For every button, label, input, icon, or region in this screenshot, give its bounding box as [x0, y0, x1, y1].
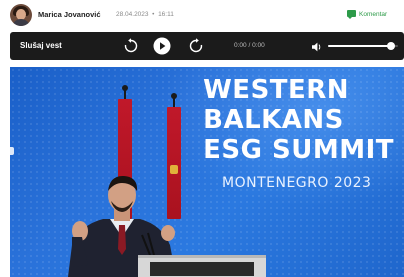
- flag-emblem: [170, 165, 178, 174]
- publish-date: 28.04.2023 • 16:11: [116, 11, 174, 18]
- volume-slider-fill: [328, 45, 391, 47]
- lectern: [138, 255, 266, 277]
- playback-time: 0:00 / 0:00: [234, 42, 265, 49]
- comments-label: Komentar: [359, 11, 388, 18]
- banner-line-2: BALKANS: [203, 105, 344, 135]
- volume-slider[interactable]: [328, 42, 398, 50]
- banner-line-1: WESTERN: [203, 75, 350, 105]
- publish-time-value: 16:11: [158, 11, 174, 18]
- author-avatar[interactable]: [10, 4, 32, 26]
- article-view: Marica Jovanović 28.04.2023 • 16:11 Kome…: [0, 0, 404, 277]
- summit-banner-subtitle: MONTENEGRO 2023: [222, 175, 372, 191]
- volume-button[interactable]: [311, 40, 323, 52]
- volume-slider-handle[interactable]: [387, 42, 395, 50]
- date-separator: •: [150, 11, 157, 18]
- summit-banner-title: WESTERN BALKANS ESG SUMMIT: [203, 75, 394, 165]
- play-icon: [153, 37, 171, 55]
- audio-player: Slušaj vest 0:00 / 0:00: [10, 32, 404, 60]
- publish-date-value: 28.04.2023: [116, 11, 149, 18]
- forward-icon: [189, 38, 203, 53]
- play-button[interactable]: [153, 37, 171, 55]
- rewind-button[interactable]: [122, 37, 140, 55]
- comment-icon: [347, 10, 356, 19]
- author-name[interactable]: Marica Jovanović: [38, 10, 101, 19]
- player-title: Slušaj vest: [20, 41, 62, 50]
- article-photo[interactable]: WESTERN BALKANS ESG SUMMIT MONTENEGRO 20…: [10, 67, 404, 277]
- forward-button[interactable]: [187, 37, 205, 55]
- gallery-prev-handle[interactable]: [10, 147, 14, 155]
- volume-icon: [312, 42, 321, 52]
- rewind-icon: [124, 38, 138, 53]
- article-byline: Marica Jovanović 28.04.2023 • 16:11 Kome…: [10, 4, 404, 26]
- banner-line-3: ESG SUMMIT: [203, 135, 394, 165]
